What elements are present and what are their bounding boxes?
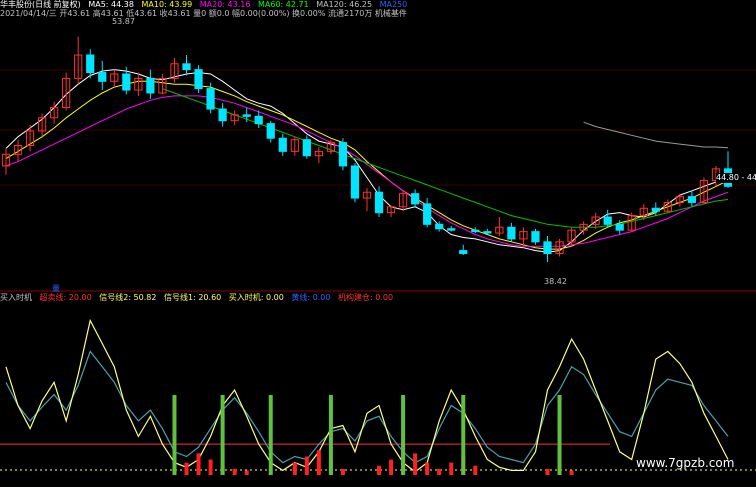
accumulation-label: 机构建仓: 0.00 xyxy=(338,293,394,302)
candle-body xyxy=(218,108,227,122)
candle-body xyxy=(86,54,95,74)
buy-signal-bar xyxy=(557,395,562,475)
accumulation-bar xyxy=(292,462,297,475)
accumulation-bar xyxy=(304,456,309,475)
accumulation-bar xyxy=(545,468,550,475)
oversold-line-label: 超卖线: 20.00 xyxy=(39,293,92,302)
candle-body xyxy=(146,77,155,94)
candle-body xyxy=(374,191,384,214)
candle-body xyxy=(302,139,311,157)
buy-timing-label: 买入时机: 0.00 xyxy=(228,293,284,302)
candle-body xyxy=(615,223,624,231)
candle-body xyxy=(242,114,251,117)
accumulation-bar xyxy=(437,468,442,475)
accumulation-bar xyxy=(340,468,345,475)
buy-signal-bar xyxy=(401,395,406,475)
candle-body xyxy=(206,88,215,110)
accumulation-bar xyxy=(449,462,454,475)
candle-body xyxy=(254,115,263,125)
candle-body xyxy=(266,123,275,139)
accumulation-bar xyxy=(232,468,237,475)
candle-body xyxy=(471,229,480,233)
accumulation-bar xyxy=(196,453,201,475)
accumulation-bar xyxy=(425,462,430,475)
signal2-label: 信号线2: 50.82 xyxy=(99,293,157,302)
candle-body xyxy=(411,193,420,205)
candle-body xyxy=(447,228,456,231)
signal1-label: 信号线1: 20.60 xyxy=(164,293,222,302)
candle-body xyxy=(423,203,432,225)
candle-body xyxy=(278,137,287,152)
ma5-label: MA5: 44.38 xyxy=(88,0,134,9)
candle-body xyxy=(350,165,360,199)
watermark: www.7gpzb.com xyxy=(636,456,735,470)
ma-line-ma60 xyxy=(162,88,729,228)
ma-line-ma120 xyxy=(583,121,729,149)
accumulation-bar xyxy=(389,459,394,475)
current-price-label: 44.80 - 44.7 xyxy=(716,173,756,183)
buy-signal-bar xyxy=(461,395,466,475)
yellow-line-label: 黄线: 0.00 xyxy=(291,293,331,302)
accumulation-bar xyxy=(208,459,213,475)
candle-body xyxy=(459,250,468,255)
buy-signal-bar xyxy=(220,395,225,475)
candle-body xyxy=(122,73,131,91)
candle-body xyxy=(194,69,203,90)
candle-body xyxy=(435,223,444,230)
buy-signal-bar xyxy=(328,395,333,475)
indicator-title: 买入时机 xyxy=(0,293,32,302)
accumulation-bar xyxy=(316,450,321,475)
stock-chart xyxy=(0,36,756,475)
candle-body xyxy=(182,63,191,71)
accumulation-bar xyxy=(184,462,189,475)
candle-body xyxy=(603,216,612,225)
ma10-label: MA10: 43.99 xyxy=(141,0,193,9)
chart-title: 华丰股份(日线 前复权) xyxy=(0,0,81,9)
candle-body xyxy=(483,231,492,234)
low-price-label: 38.42 xyxy=(544,277,567,286)
indicator-line-signal1 xyxy=(5,318,729,473)
ma120-label: MA120: 46.25 xyxy=(316,0,373,9)
buy-signal-bar xyxy=(268,395,273,475)
high-price-label: 53.87 xyxy=(112,17,135,26)
buy-signal-bar xyxy=(172,395,177,475)
accumulation-bar xyxy=(244,470,249,475)
accumulation-bar xyxy=(569,470,574,475)
accumulation-bar xyxy=(377,465,382,475)
bar-info: 2021/04/14/三 开43.61 高43.61 低43.61 收43.61… xyxy=(0,9,407,18)
candle-body xyxy=(543,241,552,255)
ma250-label: MA250 xyxy=(379,0,408,9)
accumulation-bar xyxy=(473,465,478,475)
indicator-header: 买入时机 超卖线: 20.00 信号线2: 50.82 信号线1: 20.60 … xyxy=(0,293,398,303)
ma20-label: MA20: 43.16 xyxy=(199,0,251,9)
candle-body xyxy=(531,231,540,243)
candle-body xyxy=(98,72,107,82)
ma60-label: MA60: 42.71 xyxy=(258,0,309,9)
candle-body xyxy=(651,207,660,212)
candle-body xyxy=(507,226,516,240)
candle-body xyxy=(338,142,348,167)
candle-body xyxy=(687,196,697,203)
accumulation-bar xyxy=(413,453,418,475)
